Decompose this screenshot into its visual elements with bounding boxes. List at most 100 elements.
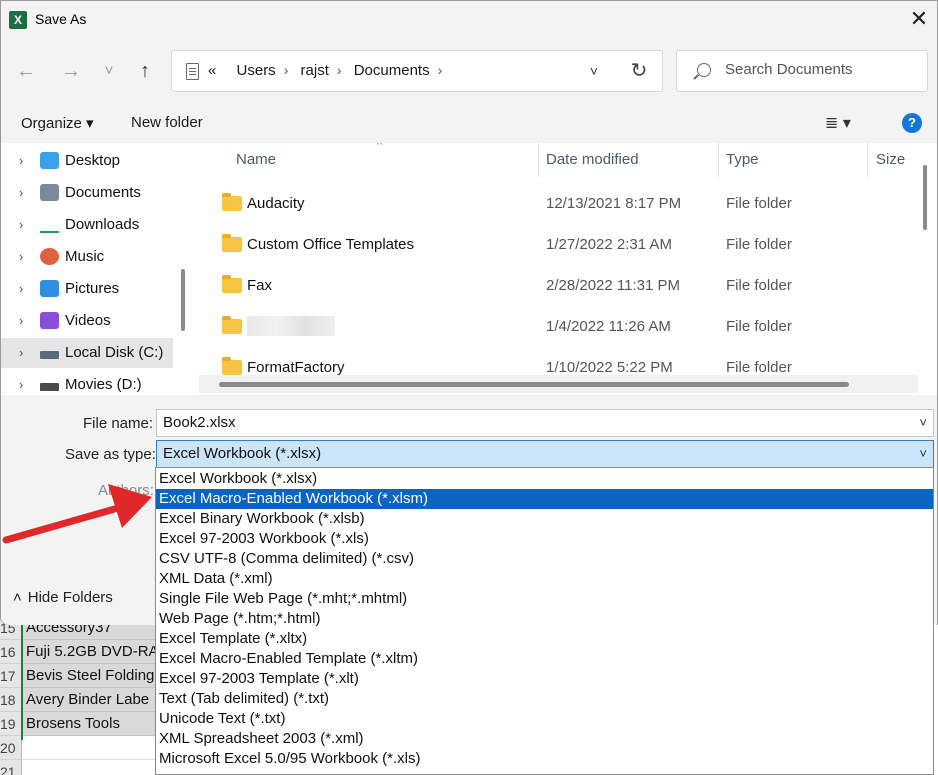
chevron-right-icon[interactable]: › bbox=[19, 345, 23, 360]
chevron-right-icon[interactable]: › bbox=[438, 62, 443, 78]
file-list-vertical-scrollbar[interactable] bbox=[923, 165, 927, 230]
file-row[interactable]: Fax 2/28/2022 11:31 PM File folder bbox=[194, 270, 914, 311]
sheet-row: 19 Brosens Tools bbox=[0, 712, 160, 736]
search-box[interactable] bbox=[676, 50, 928, 92]
chevron-down-icon[interactable]: ˅ bbox=[919, 441, 927, 467]
chevron-right-icon[interactable]: › bbox=[19, 153, 23, 168]
music-icon bbox=[40, 248, 59, 265]
tree-item-movies-d[interactable]: › Movies (D:) bbox=[1, 370, 173, 395]
sheet-cell bbox=[22, 736, 160, 760]
column-header-type[interactable]: Type bbox=[726, 151, 759, 168]
folder-icon bbox=[222, 275, 242, 293]
file-row[interactable]: 1/4/2022 11:26 AM File folder bbox=[194, 311, 914, 352]
arrow-shaft bbox=[2, 504, 122, 544]
drive-icon bbox=[40, 383, 59, 391]
file-list: Name ^ Date modified Type Size Audacity 1… bbox=[194, 143, 937, 395]
column-header-date-modified[interactable]: Date modified bbox=[546, 151, 639, 168]
save-type-option[interactable]: Text (Tab delimited) (*.txt) bbox=[156, 689, 933, 709]
address-history-dropdown[interactable]: ˅ bbox=[582, 59, 606, 83]
hide-folders-button[interactable]: ˄ Hide Folders bbox=[13, 589, 113, 606]
breadcrumb-users[interactable]: Users bbox=[237, 62, 276, 79]
sheet-cell: Brosens Tools bbox=[22, 712, 160, 736]
close-button[interactable]: ✕ bbox=[903, 6, 935, 34]
breadcrumb-documents[interactable]: Documents bbox=[354, 62, 430, 79]
save-type-option[interactable]: Microsoft Excel 5.0/95 Workbook (*.xls) bbox=[156, 749, 933, 769]
chevron-down-icon[interactable]: ˅ bbox=[919, 410, 927, 436]
file-list-horizontal-scrollbar[interactable] bbox=[199, 375, 918, 393]
recent-locations-button[interactable]: ˅ bbox=[94, 56, 124, 86]
save-as-type-value[interactable]: Excel Workbook (*.xlsx) bbox=[163, 445, 321, 462]
tree-item-documents[interactable]: › Documents bbox=[1, 178, 173, 208]
save-type-option[interactable]: Web Page (*.htm;*.html) bbox=[156, 609, 933, 629]
sheet-row-number: 21 bbox=[0, 760, 22, 775]
save-type-option[interactable]: CSV UTF-8 (Comma delimited) (*.csv) bbox=[156, 549, 933, 569]
sheet-row-number: 19 bbox=[0, 712, 22, 736]
search-input[interactable] bbox=[725, 61, 915, 78]
chevron-right-icon[interactable]: › bbox=[19, 377, 23, 392]
hide-folders-label: Hide Folders bbox=[27, 589, 113, 606]
window-title: Save As bbox=[35, 11, 87, 27]
sheet-row-number: 20 bbox=[0, 736, 22, 760]
save-type-option[interactable]: XML Spreadsheet 2003 (*.xml) bbox=[156, 729, 933, 749]
sheet-cell: Avery Binder Labe bbox=[22, 688, 160, 712]
breadcrumb-overflow[interactable]: « bbox=[208, 62, 216, 79]
sheet-row-number: 17 bbox=[0, 664, 22, 688]
column-divider[interactable] bbox=[867, 143, 868, 177]
save-type-option[interactable]: Single File Web Page (*.mht;*.mhtml) bbox=[156, 589, 933, 609]
column-header-name[interactable]: Name bbox=[236, 151, 276, 168]
save-type-option[interactable]: Excel 97-2003 Template (*.xlt) bbox=[156, 669, 933, 689]
file-row[interactable]: Custom Office Templates 1/27/2022 2:31 AM… bbox=[194, 229, 914, 270]
save-type-option[interactable]: Excel Binary Workbook (*.xlsb) bbox=[156, 509, 933, 529]
tree-item-label: Movies (D:) bbox=[65, 376, 142, 393]
save-type-option[interactable]: XML Data (*.xml) bbox=[156, 569, 933, 589]
tree-item-downloads[interactable]: › Downloads bbox=[1, 210, 173, 240]
chevron-right-icon[interactable]: › bbox=[19, 281, 23, 296]
tree-item-videos[interactable]: › Videos bbox=[1, 306, 173, 336]
tree-item-music[interactable]: › Music bbox=[1, 242, 173, 272]
file-name: Audacity bbox=[247, 195, 305, 212]
tree-item-local-disk-c[interactable]: › Local Disk (C:) bbox=[1, 338, 173, 368]
file-row[interactable]: Audacity 12/13/2021 8:17 PM File folder bbox=[194, 188, 914, 229]
file-name-value[interactable]: Book2.xlsx bbox=[163, 414, 236, 431]
tree-item-pictures[interactable]: › Pictures bbox=[1, 274, 173, 304]
videos-icon bbox=[40, 312, 59, 329]
save-type-option[interactable]: Unicode Text (*.txt) bbox=[156, 709, 933, 729]
column-divider[interactable] bbox=[718, 143, 719, 177]
save-type-option[interactable]: Excel Template (*.xltx) bbox=[156, 629, 933, 649]
column-header-size[interactable]: Size bbox=[876, 151, 905, 168]
tree-item-label: Videos bbox=[65, 312, 111, 329]
chevron-right-icon[interactable]: › bbox=[19, 217, 23, 232]
sort-ascending-icon: ^ bbox=[377, 143, 383, 151]
save-as-type-select[interactable]: Excel Workbook (*.xlsx) ˅ bbox=[156, 440, 934, 468]
chevron-right-icon[interactable]: › bbox=[284, 62, 289, 78]
save-type-option[interactable]: Excel Workbook (*.xlsx) bbox=[156, 469, 933, 489]
refresh-button[interactable]: ↻ bbox=[626, 58, 652, 84]
file-type: File folder bbox=[726, 236, 792, 253]
forward-button[interactable]: → bbox=[56, 56, 86, 86]
horizontal-scroll-thumb[interactable] bbox=[219, 382, 849, 387]
help-icon[interactable]: ? bbox=[902, 113, 922, 133]
sheet-cell bbox=[22, 760, 160, 775]
chevron-right-icon[interactable]: › bbox=[19, 313, 23, 328]
breadcrumb-rajst[interactable]: rajst bbox=[301, 62, 329, 79]
save-as-type-label: Save as type: bbox=[65, 446, 156, 463]
save-type-option[interactable]: Excel Macro-Enabled Template (*.xltm) bbox=[156, 649, 933, 669]
tree-item-desktop[interactable]: › Desktop bbox=[1, 146, 173, 176]
navigation-pane-scrollbar[interactable] bbox=[181, 269, 185, 331]
chevron-right-icon[interactable]: › bbox=[19, 185, 23, 200]
chevron-right-icon[interactable]: › bbox=[19, 249, 23, 264]
file-date-modified: 2/28/2022 11:31 PM bbox=[546, 277, 680, 294]
back-button[interactable]: ← bbox=[11, 56, 41, 86]
column-divider[interactable] bbox=[538, 143, 539, 177]
new-folder-button[interactable]: New folder bbox=[131, 114, 203, 131]
save-type-option[interactable]: Excel Macro-Enabled Workbook (*.xlsm) bbox=[156, 489, 933, 509]
file-name-field[interactable]: Book2.xlsx ˅ bbox=[156, 409, 934, 437]
organize-button[interactable]: Organize ▾ bbox=[21, 114, 94, 132]
chevron-right-icon[interactable]: › bbox=[337, 62, 342, 78]
tree-item-label: Pictures bbox=[65, 280, 120, 297]
address-bar[interactable]: « Users › rajst › Documents › ˅ ↻ bbox=[171, 50, 663, 92]
up-button[interactable]: ↑ bbox=[130, 56, 160, 86]
sheet-row: 17 Bevis Steel Folding bbox=[0, 664, 160, 688]
save-type-option[interactable]: Excel 97-2003 Workbook (*.xls) bbox=[156, 529, 933, 549]
view-options-button[interactable]: ≣ ▾ bbox=[825, 113, 851, 133]
